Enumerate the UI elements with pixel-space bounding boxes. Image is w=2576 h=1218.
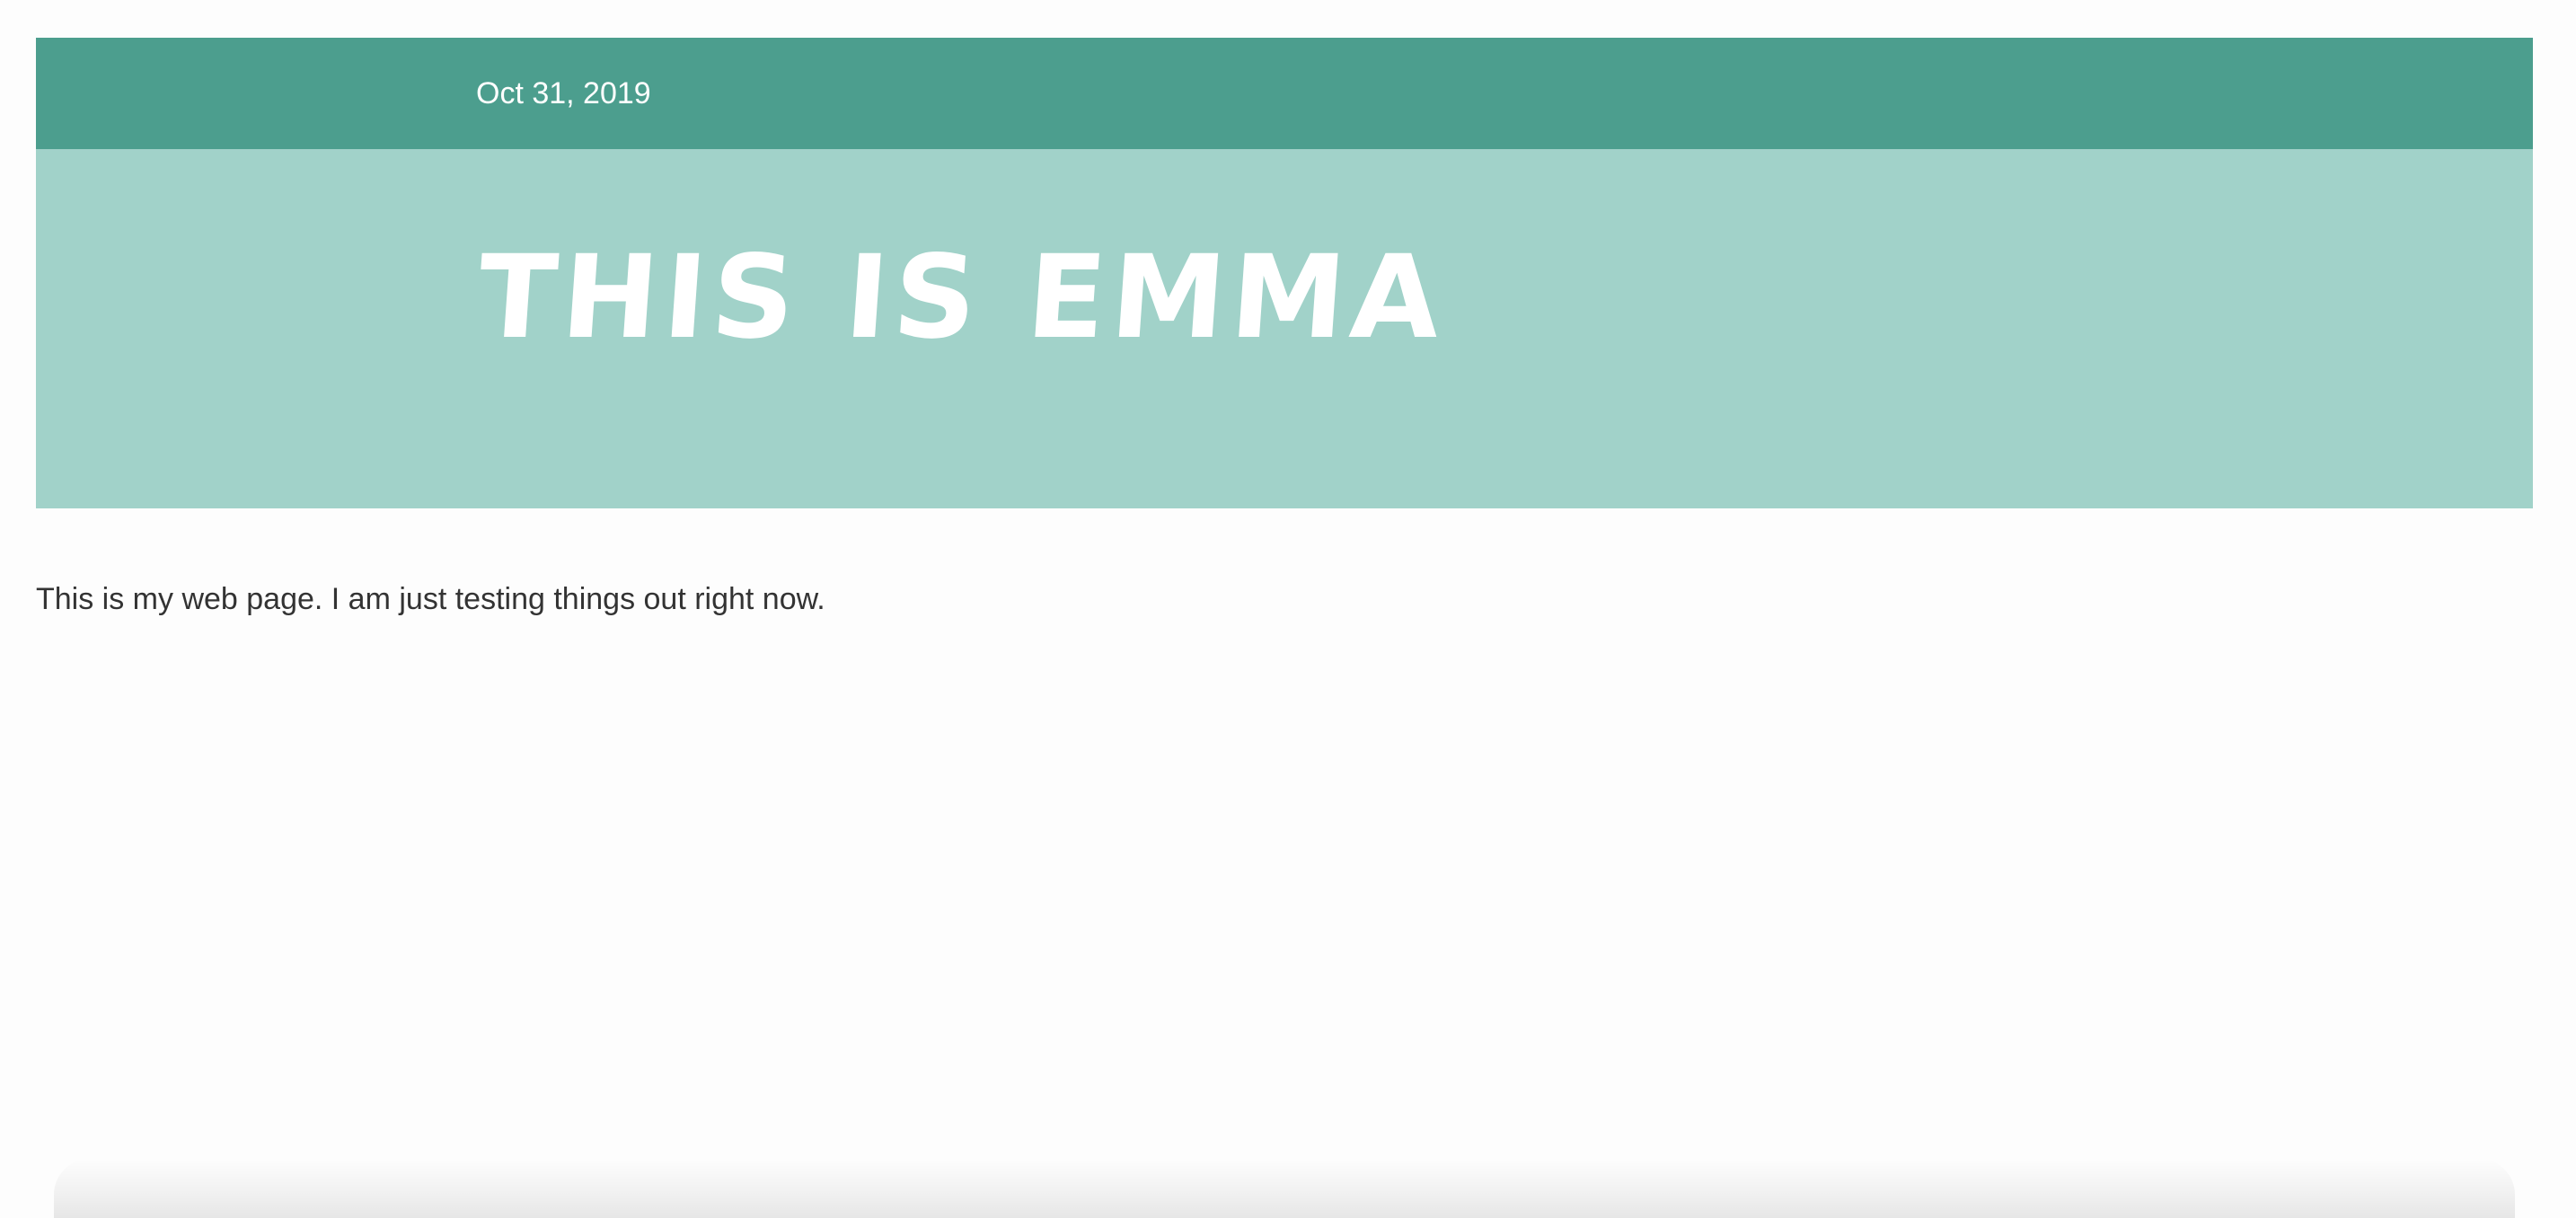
page-title: THIS IS EMMA	[473, 231, 1451, 365]
date-bar: Oct 31, 2019	[36, 38, 2533, 149]
post-date: Oct 31, 2019	[476, 76, 651, 110]
intro-paragraph: This is my web page. I am just testing t…	[36, 582, 825, 616]
page: Oct 31, 2019 THIS IS EMMA This is my web…	[0, 0, 2576, 1218]
hero-banner: THIS IS EMMA	[36, 149, 2533, 508]
bottom-shadow	[54, 1159, 2515, 1218]
